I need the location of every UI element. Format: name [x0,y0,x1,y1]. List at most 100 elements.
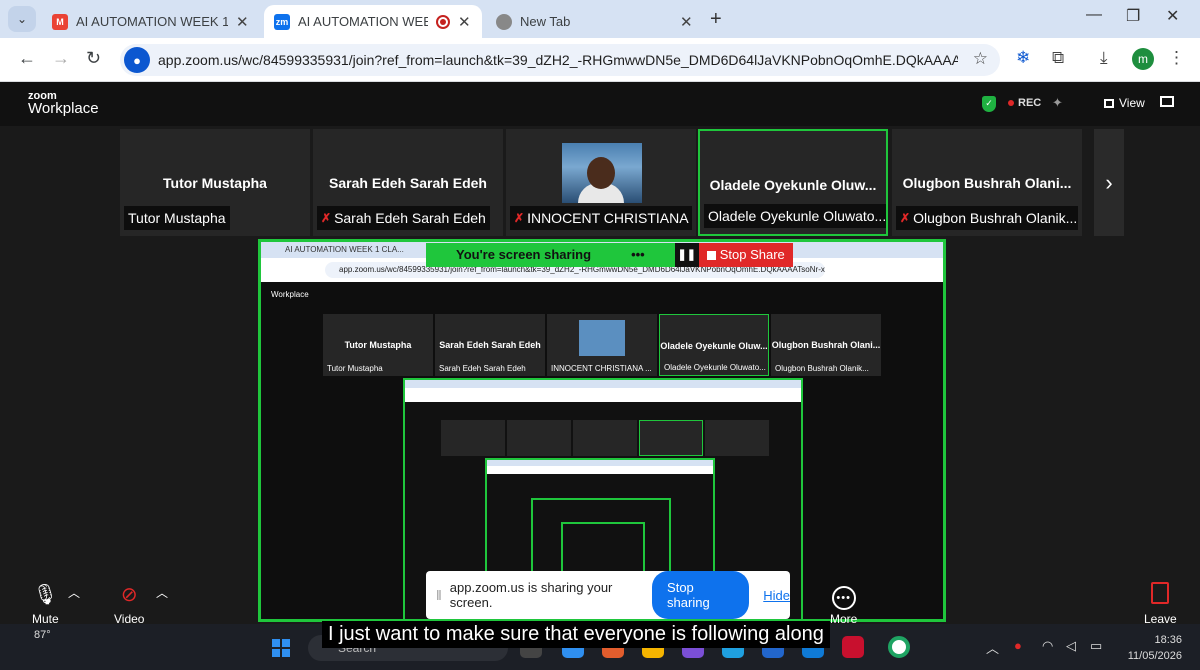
tab-gmail[interactable]: M AI AUTOMATION WEEK 1 CLAS ✕ [42,5,260,38]
screen-share-toolbar: You're screen sharing ••• ❚❚ Stop Share [426,243,793,267]
nested-tile-name: Oladele Oyekunle Oluw... [660,341,768,351]
stop-share-button[interactable]: Stop Share [698,243,793,267]
participant-name: Olugbon Bushrah Olani... [902,175,1072,191]
encryption-shield-icon[interactable]: ✓ [982,96,996,112]
video-button[interactable]: ⊘ Video [114,582,144,626]
close-window-icon[interactable]: ✕ [1166,6,1179,26]
share-options-icon[interactable]: ••• [631,243,645,267]
close-tab-icon[interactable]: ✕ [236,13,250,31]
participant-name: Sarah Edeh Sarah Edeh [329,175,487,191]
participant-tile-active-speaker[interactable]: Oladele Oyekunle Oluw... Oladele Oyekunl… [698,129,888,236]
participant-label: ✗ Olugbon Bushrah Olanik... [896,206,1078,230]
tray-mic-icon[interactable]: ● [1014,638,1022,653]
chrome-sharing-notification: ‖ app.zoom.us is sharing your screen. St… [426,571,790,619]
tab-zoom[interactable]: zm AI AUTOMATION WEEK 1 C ✕ [264,5,482,38]
view-label: View [1119,96,1145,110]
participant-label-text: Oladele Oyekunle Oluwato... [708,208,886,224]
nested-tile: INNOCENT CHRISTIANA ... [547,314,657,376]
gmail-icon: M [52,13,68,30]
nested-tile: Oladele Oyekunle Oluw... Oladele Oyekunle… [659,314,769,376]
stop-sharing-button[interactable]: Stop sharing [652,571,750,619]
url-text: app.zoom.us/wc/84599335931/join?ref_from… [158,52,958,68]
participant-label: ✗ Sarah Edeh Sarah Edeh [317,206,490,230]
participant-label: Tutor Mustapha [124,206,230,230]
extension-snowflake-icon[interactable]: ❄ [1016,48,1030,68]
profile-avatar[interactable]: m [1132,48,1154,70]
tab-title: AI AUTOMATION WEEK 1 C [298,14,428,29]
nested-tile: Tutor Mustapha Tutor Mustapha [323,314,433,376]
participant-label: Oladele Oyekunle Oluwato... [704,204,886,228]
chrome-taskbar-icon[interactable] [888,636,910,658]
sharing-status: You're screen sharing ••• [426,243,675,267]
participant-tile[interactable]: Olugbon Bushrah Olani... ✗ Olugbon Bushra… [892,129,1082,236]
app-icon[interactable] [842,636,864,658]
rec-label: REC [1018,97,1042,109]
mute-button[interactable]: 🎙 Mute [32,582,59,626]
muted-mic-icon: ✗ [321,211,332,225]
participant-tile[interactable]: Sarah Edeh Sarah Edeh ✗ Sarah Edeh Sarah … [313,129,503,236]
tab-new[interactable]: New Tab ✕ [486,5,704,38]
leave-door-icon [1151,582,1170,604]
restore-icon[interactable]: ❐ [1126,6,1140,26]
weather-widget[interactable]: 87° [34,629,51,641]
reload-icon[interactable]: ↻ [86,48,101,69]
more-button[interactable]: ••• More [830,582,857,626]
tray-chevron-icon[interactable]: ︿ [986,638,999,657]
nested-tile-label: Sarah Edeh Sarah Edeh [439,364,526,373]
participant-name: Oladele Oyekunle Oluw... [709,177,877,193]
recording-badge[interactable]: REC [1008,97,1041,109]
close-tab-icon[interactable]: ✕ [458,13,472,31]
battery-icon[interactable]: ▭ [1090,638,1102,654]
taskbar-clock[interactable]: 18:36 11/05/2026 [1120,632,1182,664]
fullscreen-icon[interactable] [1160,96,1174,107]
nested-tile: Sarah Edeh Sarah Edeh Sarah Edeh Sarah Ed… [435,314,545,376]
video-off-icon: ⊘ [120,584,138,606]
browser-toolbar: ← → ↻ ● app.zoom.us/wc/84599335931/join?… [0,38,1200,82]
bookmark-star-icon[interactable]: ☆ [973,49,988,69]
nested-tab-title: AI AUTOMATION WEEK 1 CLA... [285,245,404,254]
pause-share-icon[interactable]: ❚❚ [674,243,699,267]
extensions-puzzle-icon[interactable]: ⧉ [1052,48,1064,68]
participant-label-text: Sarah Edeh Sarah Edeh [334,210,486,226]
zoom-icon: zm [274,13,290,30]
volume-icon[interactable]: ◁ [1066,638,1076,654]
video-caption: I just want to make sure that everyone i… [322,621,830,648]
hide-link[interactable]: Hide [763,588,790,603]
nested-tile-label: Olugbon Bushrah Olanik... [775,364,869,373]
leave-button[interactable]: Leave [1144,582,1177,626]
forward-icon[interactable]: → [52,48,70,69]
wifi-icon[interactable]: ◠ [1042,638,1053,654]
participant-video [562,143,642,203]
video-options-caret-icon[interactable]: ︿ [156,584,168,601]
tab-title: New Tab [520,14,571,29]
participant-tile[interactable]: ✗ INNOCENT CHRISTIANA ... [506,129,696,236]
nested-zoom-logo: Workplace [271,290,309,299]
nested-tile-label: Tutor Mustapha [327,364,383,373]
microphone-icon: 🎙 [32,584,59,606]
clock-date: 11/05/2026 [1127,650,1182,662]
download-icon[interactable]: ⤓ [1100,48,1108,68]
participant-label-text: INNOCENT CHRISTIANA ... [527,210,692,226]
drag-handle-icon[interactable]: ‖ [436,587,442,603]
zoom-workplace-label: Workplace [28,100,99,117]
recording-indicator-icon [436,14,450,29]
minimize-icon[interactable]: — [1086,6,1102,24]
participant-label: ✗ INNOCENT CHRISTIANA ... [510,206,692,230]
microphone-in-use-icon[interactable]: ● [124,47,150,73]
view-button[interactable]: View [1104,96,1145,110]
new-tab-icon[interactable]: + [710,8,722,31]
audio-options-caret-icon[interactable]: ︿ [68,584,80,601]
screen: ⌄ M AI AUTOMATION WEEK 1 CLAS ✕ zm AI AU… [0,0,1200,670]
tab-search-button[interactable]: ⌄ [8,6,36,32]
participant-tile[interactable]: Tutor Mustapha Tutor Mustapha [120,129,310,236]
tab-strip: ⌄ M AI AUTOMATION WEEK 1 CLAS ✕ zm AI AU… [0,0,1200,38]
back-icon[interactable]: ← [18,48,36,69]
next-page-chevron-icon[interactable]: › [1094,129,1124,236]
address-bar[interactable]: ● app.zoom.us/wc/84599335931/join?ref_fr… [120,44,1000,76]
menu-kebab-icon[interactable]: ⋮ [1168,48,1185,68]
ai-companion-icon[interactable]: ✦ [1052,95,1063,111]
sharing-notice-text: app.zoom.us is sharing your screen. [449,580,613,610]
windows-start-icon[interactable] [272,639,290,657]
nested-tile-label: Oladele Oyekunle Oluwato... [664,363,766,372]
close-tab-icon[interactable]: ✕ [680,13,694,31]
